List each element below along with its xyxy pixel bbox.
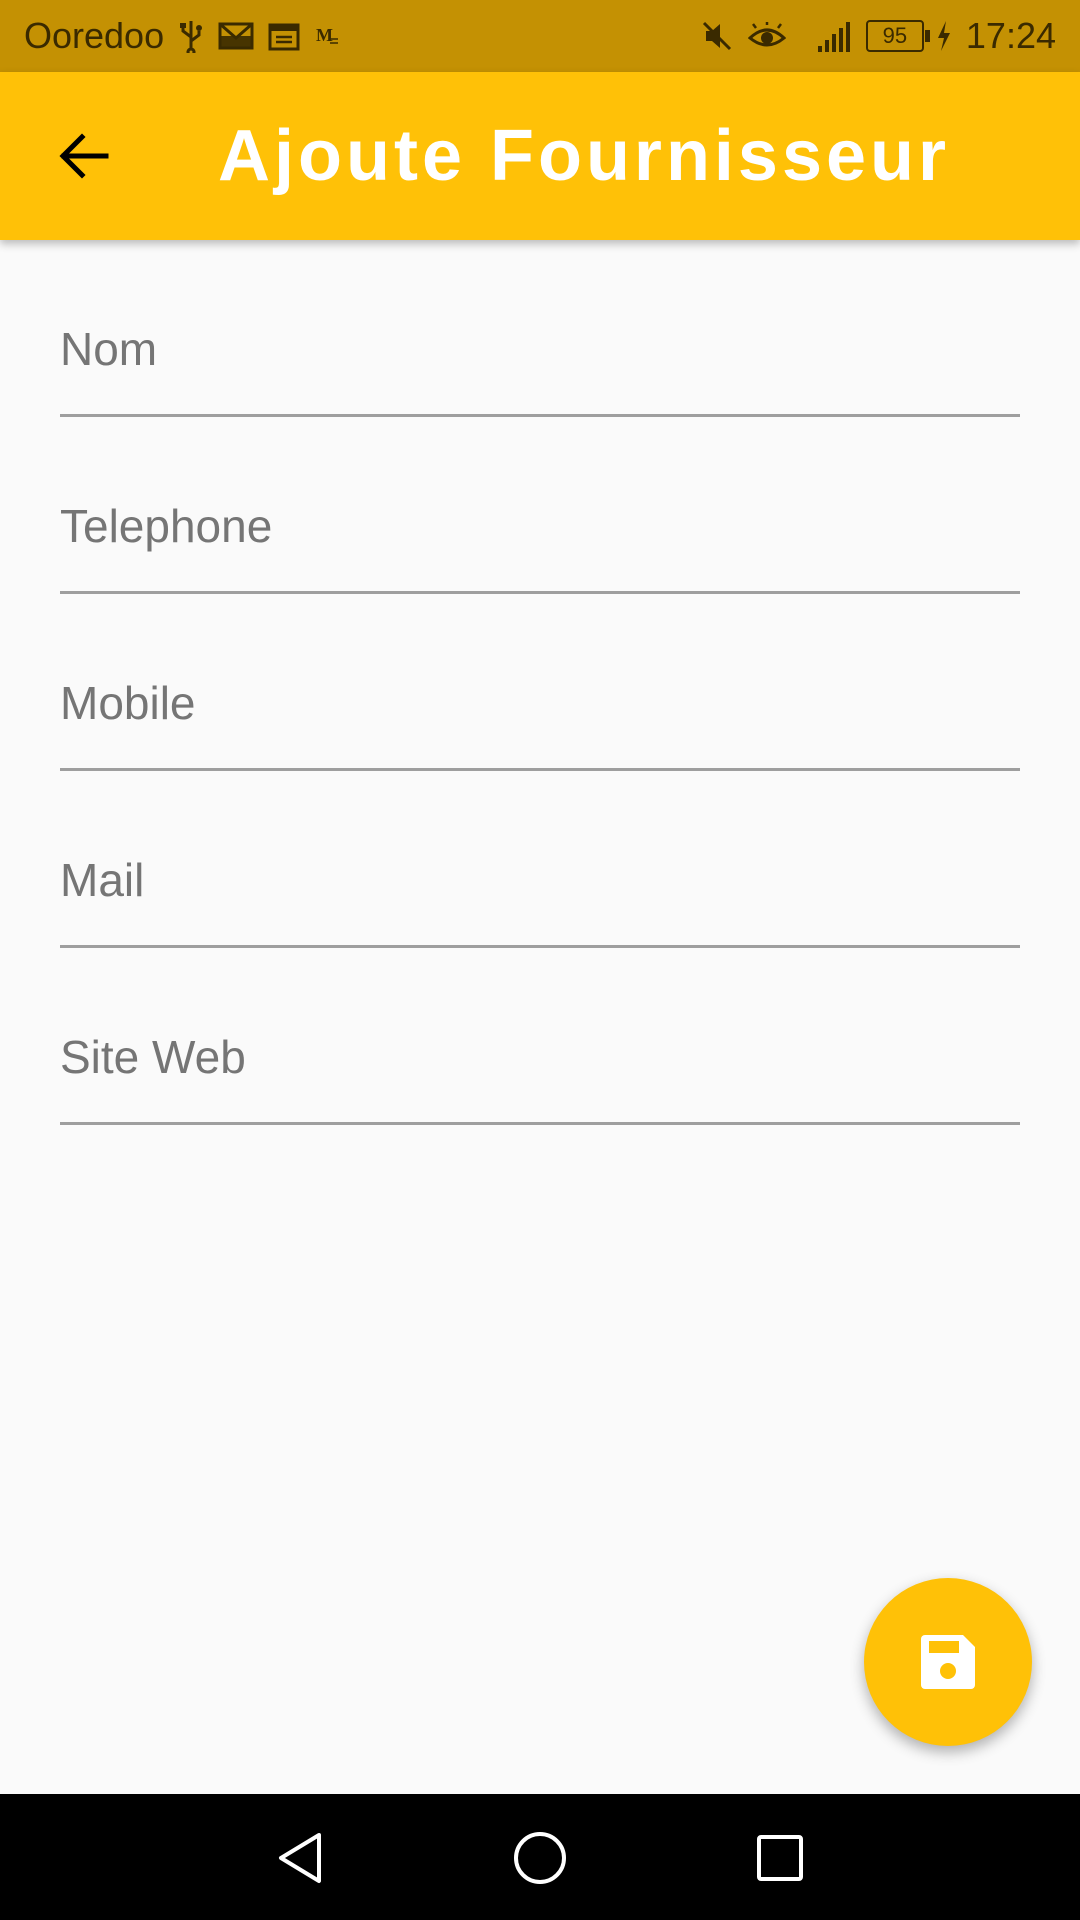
calendar-icon <box>268 21 300 51</box>
status-bar-left: Ooredoo M <box>24 15 340 57</box>
battery-icon: 95 <box>865 20 930 52</box>
mobile-input[interactable] <box>60 658 1020 748</box>
telephone-field <box>60 417 1020 594</box>
page-title: Ajoute Fournisseur <box>218 116 951 196</box>
battery-tip <box>924 30 930 42</box>
signal-icon <box>816 20 852 52</box>
svg-text:M: M <box>316 25 333 45</box>
telephone-input[interactable] <box>60 481 1020 571</box>
mute-icon <box>700 19 734 53</box>
site-web-input[interactable] <box>60 1012 1020 1102</box>
mail-input[interactable] <box>60 835 1020 925</box>
usb-icon <box>178 19 204 53</box>
nom-input[interactable] <box>60 304 1020 394</box>
mail-icon: M <box>314 23 340 49</box>
status-bar: Ooredoo M 95 17:24 <box>0 0 1080 72</box>
nav-home-button[interactable] <box>504 1822 576 1894</box>
eye-icon <box>747 22 786 50</box>
nom-field <box>60 240 1020 417</box>
carrier-name: Ooredoo <box>24 15 165 56</box>
recents-square-icon <box>756 1834 804 1882</box>
app-bar: Ajoute Fournisseur <box>0 72 1080 240</box>
mobile-field <box>60 594 1020 771</box>
save-button[interactable] <box>864 1578 1032 1746</box>
mail-field <box>60 771 1020 948</box>
home-circle-icon <box>513 1831 567 1885</box>
charging-icon <box>936 21 952 51</box>
system-nav-bar <box>0 1794 1080 1920</box>
nav-recents-button[interactable] <box>744 1822 816 1894</box>
nav-back-button[interactable] <box>264 1822 336 1894</box>
save-icon <box>919 1633 977 1691</box>
status-bar-right: 95 17:24 <box>700 15 1056 57</box>
supplier-form <box>60 240 1020 1125</box>
battery-level: 95 <box>865 20 924 52</box>
gmail-icon <box>218 22 254 50</box>
arrow-back-icon <box>58 132 110 180</box>
back-button[interactable] <box>40 112 128 200</box>
back-triangle-icon <box>275 1831 325 1885</box>
clock: 17:24 <box>965 15 1056 56</box>
site-web-field <box>60 948 1020 1125</box>
